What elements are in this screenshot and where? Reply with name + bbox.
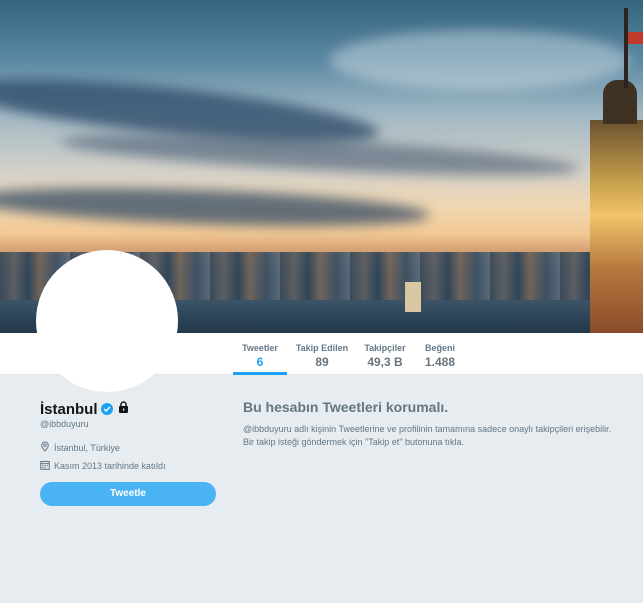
- profile-location: İstanbul, Türkiye: [40, 441, 120, 454]
- tweet-button[interactable]: Tweetle: [40, 482, 216, 506]
- location-text: İstanbul, Türkiye: [54, 442, 120, 453]
- stat-label: Beğeni: [424, 343, 455, 353]
- banner-tower-top: [603, 80, 637, 124]
- stat-value: 6: [256, 355, 264, 369]
- stat-likes[interactable]: Beğeni 1.488: [420, 333, 460, 375]
- banner-flag: [628, 32, 643, 44]
- stat-value: 49,3 B: [367, 355, 403, 369]
- verified-icon: [100, 403, 113, 415]
- profile-name-row: İstanbul: [40, 400, 129, 418]
- profile-joined: Kasım 2013 tarihinde katıldı: [40, 460, 166, 472]
- protected-body-line: @ibbduyuru adlı kişinin Tweetlerine ve p…: [243, 424, 612, 434]
- stat-tweets[interactable]: Tweetler 6: [233, 333, 287, 375]
- location-pin-icon: [40, 441, 54, 454]
- banner-cloud: [330, 30, 630, 90]
- profile-handle[interactable]: @ibbduyuru: [40, 419, 89, 429]
- stat-followers[interactable]: Takipçiler 49,3 B: [360, 333, 410, 375]
- banner-spire: [624, 8, 628, 88]
- stat-following[interactable]: Takip Edilen 89: [294, 333, 350, 375]
- lock-icon: [118, 400, 129, 418]
- protected-body: @ibbduyuru adlı kişinin Tweetlerine ve p…: [243, 423, 638, 449]
- banner-cloud: [0, 181, 431, 233]
- banner-lighthouse: [405, 282, 421, 312]
- profile-name[interactable]: İstanbul: [40, 401, 98, 418]
- stat-value: 1.488: [424, 355, 456, 369]
- avatar[interactable]: [36, 250, 178, 392]
- stat-value: 89: [315, 355, 329, 369]
- stat-label: Tweetler: [242, 343, 278, 353]
- calendar-icon: [40, 460, 54, 472]
- joined-text: Kasım 2013 tarihinde katıldı: [54, 461, 166, 471]
- stat-label: Takip Edilen: [295, 343, 349, 353]
- banner-tower: [590, 120, 643, 333]
- stat-label: Takipçiler: [364, 343, 406, 353]
- protected-title: Bu hesabın Tweetleri korumalı.: [243, 399, 449, 415]
- protected-body-line: Bir takip isteği göndermek için "Takip e…: [243, 437, 465, 447]
